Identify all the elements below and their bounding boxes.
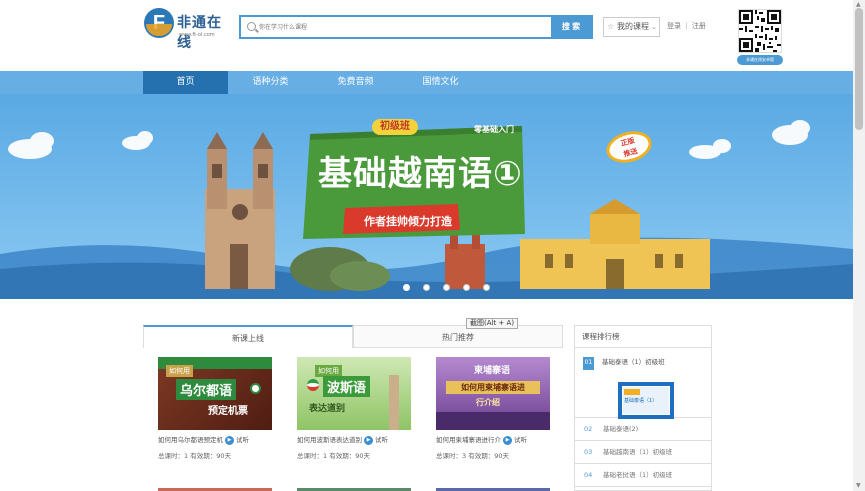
ranking-heading: 课程排行榜	[575, 326, 711, 348]
course-meta: 总课时：1 有效期：90天	[297, 452, 370, 460]
my-courses-dropdown[interactable]: ☆ 我的课程 ⌄	[603, 17, 660, 37]
login-link[interactable]: 登录	[667, 22, 681, 30]
thumb-line3: 表达道别	[309, 404, 346, 414]
nav-item-free-audio[interactable]: 免费音频	[313, 71, 398, 94]
nav-item-culture[interactable]: 国情文化	[398, 71, 483, 94]
ranking-label[interactable]: 基础泰语(2)	[603, 418, 638, 441]
banner-title: 基础越南语①	[318, 154, 523, 194]
carousel-dots	[403, 284, 493, 292]
page-scrollbar[interactable]: ▲ ▼	[853, 0, 865, 491]
tab-new-courses[interactable]: 新课上线	[143, 325, 353, 348]
nav-item-home[interactable]: 首页	[143, 71, 228, 94]
flag-icon	[250, 383, 261, 394]
trial-label[interactable]: 试听	[236, 436, 249, 444]
course-card[interactable]: 如何用 波斯语 表达道别 如何用波斯语表达道别 ▶ 试听 总课时：1 有效期：90天	[297, 357, 413, 467]
nav-item-languages[interactable]: 语种分类	[228, 71, 313, 94]
ranking-item[interactable]: 02 基础泰语(2)	[575, 418, 711, 441]
banner-illustration	[0, 94, 853, 299]
course-title-text: 如何用乌尔都语预定机	[158, 436, 223, 444]
thumb-line1: 如何用	[166, 365, 193, 377]
search-box: 搜 索	[239, 15, 593, 39]
trial-label[interactable]: 试听	[514, 436, 527, 444]
course-title-text: 如何用柬埔寨语进行介	[436, 436, 501, 444]
banner-subtitle: 作者挂帅倾力打造	[364, 215, 452, 228]
ranking-item[interactable]: 03 基础越南语（1）初级班	[575, 441, 711, 464]
logo-mark-icon: F	[144, 8, 174, 38]
search-icon	[247, 22, 256, 31]
course-meta: 总课时：1 有效期：90天	[158, 452, 231, 460]
hero-banner[interactable]: 初级班 零基础入门 基础越南语① 作者挂帅倾力打造 正版 推送	[0, 94, 853, 299]
qr-pattern-icon	[739, 10, 781, 52]
play-icon[interactable]: ▶	[503, 435, 512, 445]
course-card[interactable]: 如何用 乌尔都语 预定机票 如何用乌尔都语预定机 ▶ 试听 总课时：1 有效期：90…	[158, 357, 274, 467]
thumb-line2: 波斯语	[323, 376, 371, 397]
play-icon[interactable]: ▶	[364, 435, 373, 445]
banner-level: 初级班	[372, 119, 418, 135]
ranking-thumbnail[interactable]: 基础泰语（1）	[618, 382, 674, 419]
banner-tag: 零基础入门	[474, 125, 514, 134]
page: F 非通在线 www.ft-ol.com 搜 索 ☆ 我的课程 ⌄ 登录 | 注…	[0, 0, 865, 491]
main-nav: 首页 语种分类 免费音频 国情文化	[0, 71, 853, 94]
carousel-dot[interactable]	[423, 284, 430, 291]
course-title[interactable]: 如何用柬埔寨语进行介 ▶ 试听	[436, 434, 552, 445]
screenshot-tooltip: 截图(Alt + A)	[466, 318, 519, 329]
thumb-line1: 柬埔寨语	[474, 366, 511, 376]
tab-hot-courses[interactable]: 热门推荐	[353, 325, 563, 348]
search-button[interactable]: 搜 索	[551, 17, 591, 37]
scroll-thumb[interactable]	[855, 8, 863, 130]
course-title[interactable]: 如何用波斯语表达道别 ▶ 试听	[297, 434, 413, 445]
course-thumbnail[interactable]: 如何用 乌尔都语 预定机票	[158, 357, 272, 430]
carousel-dot[interactable]	[443, 284, 450, 291]
my-courses-label: 我的课程	[617, 22, 649, 31]
star-icon: ☆	[607, 22, 615, 31]
ranking-label[interactable]: 基础泰语（1）初级班	[602, 356, 665, 366]
ranking-label[interactable]: 基础老挝语（1）初级班	[603, 464, 672, 487]
ranking-number: 01	[583, 357, 594, 370]
course-title-text: 如何用波斯语表达道别	[297, 436, 362, 444]
course-card[interactable]: 柬埔寨语 如何用柬埔寨语进 行介绍 如何用柬埔寨语进行介 ▶ 试听 总课时：3 有效…	[436, 357, 552, 467]
qr-code	[738, 9, 782, 53]
course-thumbnail[interactable]: 如何用 波斯语 表达道别	[297, 357, 411, 430]
auth-separator: |	[685, 22, 688, 30]
logo-url: www.ft-ol.com	[179, 32, 215, 38]
carousel-dot[interactable]	[463, 284, 470, 291]
carousel-dot[interactable]	[483, 284, 490, 291]
course-thumbnail[interactable]: 柬埔寨语 如何用柬埔寨语进 行介绍	[436, 357, 550, 430]
search-input[interactable]	[259, 20, 549, 36]
ranking-thumb-text: 基础泰语（1）	[624, 398, 658, 404]
thumb-line3: 预定机票	[208, 406, 248, 417]
flag-icon	[307, 379, 319, 391]
ranking-label[interactable]: 基础越南语（1）初级班	[603, 441, 672, 464]
register-link[interactable]: 注册	[692, 22, 706, 30]
course-title[interactable]: 如何用乌尔都语预定机 ▶ 试听	[158, 434, 274, 445]
ranking-panel: 课程排行榜 01 基础泰语（1）初级班 基础泰语（1） 02 基础泰语(2) 0…	[574, 325, 712, 491]
course-meta: 总课时：3 有效期：90天	[436, 452, 509, 460]
carousel-dot[interactable]	[403, 284, 410, 291]
ranking-number: 03	[584, 448, 593, 456]
trial-label[interactable]: 试听	[375, 436, 388, 444]
chevron-down-icon: ⌄	[651, 23, 657, 31]
ranking-item-first[interactable]: 01 基础泰语（1）初级班 基础泰语（1）	[575, 348, 711, 419]
ranking-number: 04	[584, 471, 593, 479]
play-icon[interactable]: ▶	[225, 435, 234, 445]
scroll-down-icon[interactable]: ▼	[856, 482, 861, 489]
ranking-item[interactable]: 04 基础老挝语（1）初级班	[575, 464, 711, 487]
qr-caption[interactable]: 非通在线安卓版	[737, 55, 783, 65]
auth-links: 登录 | 注册	[667, 21, 706, 31]
ranking-number: 02	[584, 425, 593, 433]
thumb-line2: 乌尔都语	[176, 379, 237, 400]
scroll-up-icon[interactable]: ▲	[856, 1, 861, 8]
thumb-line2: 如何用柬埔寨语进	[446, 381, 540, 394]
site-logo[interactable]: F 非通在线 www.ft-ol.com	[144, 8, 230, 51]
thumb-line3: 行介绍	[476, 398, 500, 407]
